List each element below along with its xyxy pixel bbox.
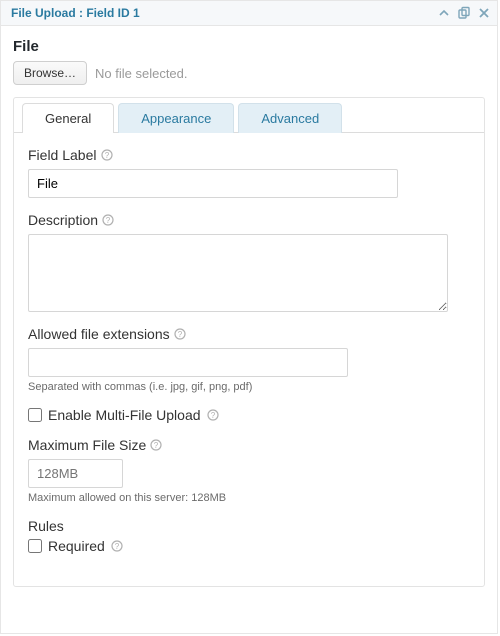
- description-label: Description ?: [28, 212, 114, 228]
- svg-text:?: ?: [106, 216, 111, 225]
- maxsize-input[interactable]: [28, 459, 123, 488]
- help-icon[interactable]: ?: [111, 540, 123, 552]
- tab-general[interactable]: General: [22, 103, 114, 133]
- svg-text:?: ?: [104, 151, 109, 160]
- multi-upload-label: Enable Multi-File Upload: [48, 407, 201, 423]
- svg-text:?: ?: [154, 441, 159, 450]
- duplicate-icon[interactable]: [457, 6, 471, 20]
- description-input[interactable]: [28, 234, 448, 312]
- tab-advanced[interactable]: Advanced: [238, 103, 342, 133]
- no-file-text: No file selected.: [95, 66, 188, 81]
- maxsize-label: Maximum File Size ?: [28, 437, 162, 453]
- panel-title: File Upload : Field ID 1: [11, 6, 437, 20]
- field-label-input[interactable]: [28, 169, 398, 198]
- help-icon[interactable]: ?: [207, 409, 219, 421]
- required-label: Required: [48, 538, 105, 554]
- help-icon[interactable]: ?: [150, 439, 162, 451]
- extensions-hint: Separated with commas (i.e. jpg, gif, pn…: [28, 381, 470, 393]
- svg-text:?: ?: [177, 330, 182, 339]
- close-icon[interactable]: [477, 6, 491, 20]
- panel-header: File Upload : Field ID 1: [1, 1, 497, 26]
- extensions-label: Allowed file extensions ?: [28, 326, 186, 342]
- tab-appearance[interactable]: Appearance: [118, 103, 234, 133]
- help-icon[interactable]: ?: [102, 214, 114, 226]
- required-checkbox[interactable]: [28, 539, 42, 553]
- field-label-label: Field Label ?: [28, 147, 113, 163]
- extensions-input[interactable]: [28, 348, 348, 377]
- field-title: File: [13, 38, 485, 55]
- multi-upload-checkbox[interactable]: [28, 408, 42, 422]
- help-icon[interactable]: ?: [174, 328, 186, 340]
- maxsize-hint: Maximum allowed on this server: 128MB: [28, 492, 470, 504]
- help-icon[interactable]: ?: [101, 149, 113, 161]
- tab-strip: General Appearance Advanced: [14, 98, 484, 133]
- collapse-icon[interactable]: [437, 6, 451, 20]
- svg-text:?: ?: [210, 411, 215, 420]
- rules-heading: Rules: [28, 518, 470, 534]
- browse-button[interactable]: Browse…: [13, 61, 87, 85]
- svg-text:?: ?: [115, 542, 120, 551]
